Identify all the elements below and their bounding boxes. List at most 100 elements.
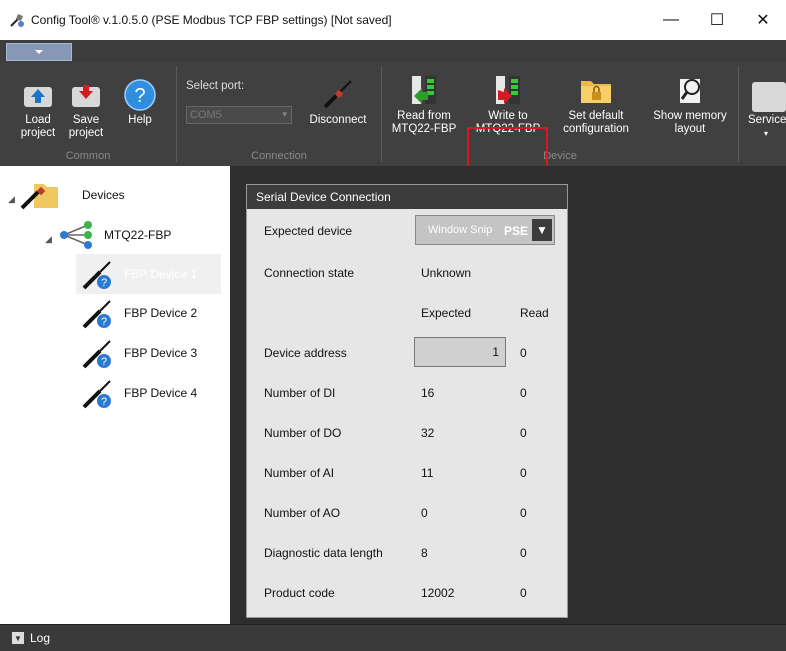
col-read: Read — [520, 306, 549, 320]
expected-device-value: PSE — [503, 224, 528, 238]
connection-state-label: Connection state — [264, 266, 355, 280]
row-read: 0 — [520, 506, 527, 520]
save-project-icon — [68, 78, 104, 112]
device-address-input[interactable]: 1 — [414, 337, 506, 367]
tree-label-controller: MTQ22-FBP — [104, 228, 172, 242]
row-label: Number of AI — [264, 466, 335, 480]
service-button[interactable]: Service ▾ — [746, 82, 786, 140]
title-bar: Config Tool® v.1.0.5.0 (PSE Modbus TCP F… — [0, 0, 786, 40]
serial-device-connection-panel: Serial Device Connection Expected device… — [246, 184, 568, 618]
row-label: Number of DO — [264, 426, 342, 440]
group-caption-common: Common — [65, 150, 111, 162]
tree-item-fbp-device-1[interactable]: ? FBP Device 1 — [76, 254, 221, 294]
tree-label-device: FBP Device 4 — [124, 386, 198, 400]
minimize-button[interactable]: — — [648, 0, 694, 40]
chevron-down-icon — [35, 50, 43, 54]
chevron-down-icon: ▾ — [763, 129, 768, 138]
collapse-arrow-icon[interactable]: ◢ — [8, 194, 15, 205]
load-project-button[interactable]: Load project — [16, 78, 60, 140]
load-project-icon — [20, 78, 56, 112]
tree-item-fbp-device-2[interactable]: ? FBP Device 2 — [76, 294, 197, 332]
expected-device-ghost-text: Window Snip — [428, 224, 493, 236]
disconnect-button[interactable]: Disconnect — [300, 78, 376, 127]
read-from-device-icon — [406, 74, 442, 108]
row-label: Diagnostic data length — [264, 546, 383, 560]
row-label: Product code — [264, 586, 335, 600]
chevron-down-icon[interactable]: ▼ — [532, 219, 552, 241]
row-expected: 0 — [421, 506, 428, 520]
svg-text:?: ? — [101, 356, 107, 368]
port-select-value: COM5 — [190, 109, 222, 121]
log-bar[interactable]: ▼ Log — [0, 624, 786, 651]
row-expected: 16 — [421, 386, 435, 400]
folder-lock-icon — [578, 74, 614, 108]
device-unknown-icon: ? — [82, 340, 111, 369]
col-expected: Expected — [421, 306, 472, 320]
menu-strip — [0, 40, 786, 62]
device-unknown-icon: ? — [82, 261, 111, 290]
svg-text:?: ? — [134, 85, 145, 107]
row-expected: 32 — [421, 426, 435, 440]
row-read: 0 — [520, 466, 527, 480]
select-port-label: Select port: — [186, 80, 245, 92]
set-default-configuration-button[interactable]: Set default configuration — [548, 74, 644, 136]
row-read: 0 — [520, 426, 527, 440]
row-label: Device address — [264, 346, 347, 360]
row-read: 0 — [520, 586, 527, 600]
row-label: Number of AO — [264, 506, 341, 520]
save-project-button[interactable]: Save project — [64, 78, 108, 140]
help-button[interactable]: ? Help — [118, 78, 162, 127]
row-read: 0 — [520, 346, 527, 360]
help-icon: ? — [122, 78, 158, 112]
devices-folder-icon — [20, 184, 58, 210]
group-caption-connection: Connection — [251, 150, 307, 162]
connection-state-row: Connection state Unknown — [247, 253, 567, 293]
device-unknown-icon: ? — [82, 380, 111, 409]
device-tree: ◢ Devices ◢ MTQ22-FBP ? FBP Device 1 ? F… — [0, 166, 231, 624]
write-to-device-icon — [490, 74, 526, 108]
group-caption-device: Device — [543, 150, 577, 162]
number-of-ao-row: Number of AO 0 0 — [247, 493, 567, 533]
tree-label-device: FBP Device 3 — [124, 346, 198, 360]
product-code-row: Product code 12002 0 — [247, 573, 567, 613]
read-from-device-button[interactable]: Read from MTQ22-FBP — [386, 74, 462, 136]
svg-text:?: ? — [101, 277, 107, 289]
magnifier-icon — [672, 74, 708, 108]
tree-label-device: FBP Device 1 — [124, 267, 198, 281]
chevron-down-icon[interactable]: ▼ — [12, 632, 24, 644]
diagnostic-data-length-row: Diagnostic data length 8 0 — [247, 533, 567, 573]
number-of-di-row: Number of DI 16 0 — [247, 373, 567, 413]
svg-text:?: ? — [101, 396, 107, 408]
app-icon — [10, 14, 24, 27]
port-select[interactable]: COM5 ▾ — [186, 106, 292, 124]
tree-label-device: FBP Device 2 — [124, 306, 198, 320]
ribbon: Load project Save project ? Help Common — [0, 62, 786, 207]
log-label: Log — [30, 631, 51, 645]
expected-device-label: Expected device — [264, 224, 353, 238]
network-icon — [60, 221, 92, 249]
row-expected: 12002 — [421, 586, 455, 600]
close-button[interactable]: ✕ — [740, 0, 786, 40]
tree-label-devices: Devices — [82, 188, 125, 202]
ribbon-group-common: Load project Save project ? Help Common — [0, 66, 177, 162]
disconnect-icon — [320, 78, 356, 112]
tree-item-devices[interactable]: Devices — [20, 176, 125, 214]
row-expected: 8 — [421, 546, 428, 560]
connection-state-value: Unknown — [421, 266, 472, 280]
row-read: 0 — [520, 546, 527, 560]
show-memory-layout-button[interactable]: Show memory layout — [646, 74, 734, 136]
maximize-button[interactable]: ☐ — [694, 0, 740, 40]
window-title: Config Tool® v.1.0.5.0 (PSE Modbus TCP F… — [31, 13, 392, 27]
service-icon — [752, 82, 786, 112]
row-label: Number of DI — [264, 386, 336, 400]
tree-item-fbp-device-3[interactable]: ? FBP Device 3 — [76, 334, 197, 372]
chevron-down-icon: ▾ — [282, 109, 287, 119]
number-of-do-row: Number of DO 32 0 — [247, 413, 567, 453]
expected-device-select[interactable]: Window Snip PSE ▼ — [415, 215, 555, 245]
panel-title: Serial Device Connection — [247, 185, 567, 209]
collapse-arrow-icon[interactable]: ◢ — [45, 234, 52, 245]
app-menu-dropdown[interactable] — [6, 43, 72, 61]
tree-item-fbp-device-4[interactable]: ? FBP Device 4 — [76, 374, 197, 412]
device-address-row: Device address 1 0 — [247, 333, 567, 373]
tree-item-controller[interactable]: MTQ22-FBP — [58, 216, 171, 254]
